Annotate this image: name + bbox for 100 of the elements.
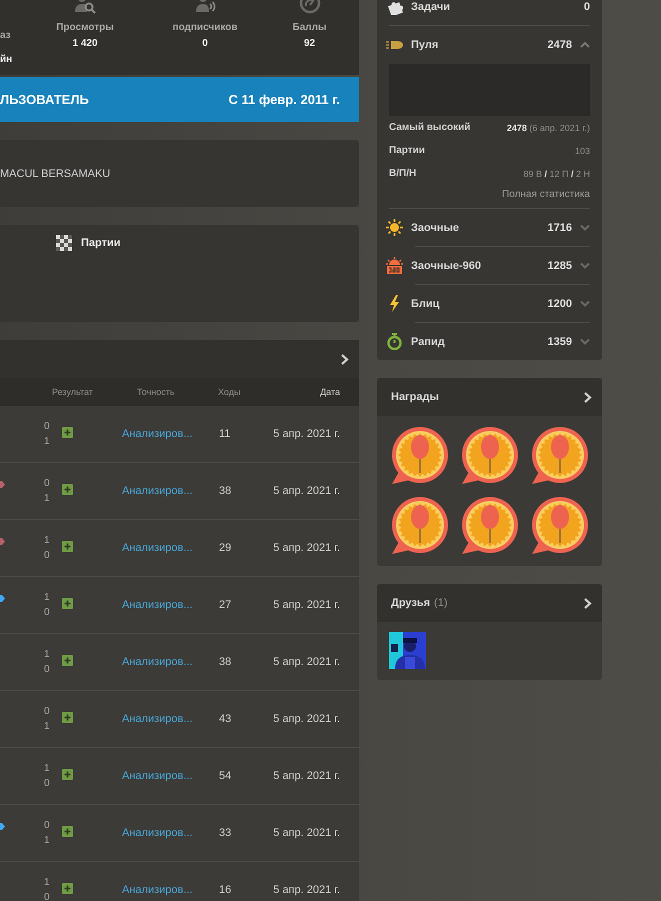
moves-count: 54 <box>219 770 232 782</box>
result-score: 1 <box>44 834 51 848</box>
rating-label: Задачи <box>411 0 451 12</box>
stat-value: 2478 (6 апр. 2021 г.) <box>506 122 590 132</box>
result-score: 0 <box>44 891 51 901</box>
stat-label: Просмотры <box>56 22 114 33</box>
rating-row[interactable]: Заочные-960 1285 <box>389 247 590 284</box>
stat-label: подписчиков <box>172 22 238 33</box>
rating-row[interactable]: Блиц 1200 <box>389 285 590 322</box>
stat-label: аз <box>0 30 11 41</box>
rating-row[interactable]: Рапид 1359 <box>389 323 590 360</box>
member-since: С 11 февр. 2011 г. <box>228 92 340 107</box>
location-text: MACUL BERSAMAKU <box>0 168 110 180</box>
plus-icon <box>62 484 73 495</box>
stat-label: Баллы <box>292 22 326 33</box>
result-score: 0 <box>44 663 51 677</box>
result-score: 0 <box>44 777 51 791</box>
rating-label: Рапид <box>411 336 446 348</box>
moves-count: 33 <box>219 827 232 839</box>
rating-label: Заочные <box>411 222 460 234</box>
rating-row[interactable]: Задачи 0 <box>389 0 590 25</box>
stat-value: 89 В / 12 П / 2 Н <box>523 168 590 178</box>
rating-label: Пуля <box>411 38 440 50</box>
moves-count: 27 <box>219 599 232 611</box>
stat-value: йн <box>0 54 12 65</box>
accuracy-link[interactable]: Анализиров... <box>122 485 219 497</box>
plus-icon <box>62 598 73 609</box>
plus-icon <box>62 826 73 837</box>
balloon-badge-icon[interactable] <box>389 496 449 556</box>
chevron-right-icon[interactable] <box>341 354 349 364</box>
result-score: 1 <box>44 762 51 776</box>
result-score: 0 <box>44 819 51 833</box>
balloon-badge-icon[interactable] <box>529 426 589 486</box>
stat-value: 0 <box>202 38 208 49</box>
rating-label: Заочные-960 <box>411 260 482 272</box>
game-row[interactable]: 1 0 Анализиров... 54 5 апр. 2021 г. <box>0 748 359 805</box>
balloon-badge-icon[interactable] <box>529 496 589 556</box>
plus-icon <box>62 655 73 666</box>
balloon-badge-icon[interactable] <box>459 426 519 486</box>
plus-icon <box>62 541 73 552</box>
game-date: 5 апр. 2021 г. <box>272 713 340 725</box>
accuracy-link[interactable]: Анализиров... <box>122 656 219 668</box>
accuracy-link[interactable]: Анализиров... <box>122 599 219 611</box>
rating-value: 1200 <box>548 298 572 310</box>
result-score: 1 <box>44 876 51 890</box>
accuracy-link[interactable]: Анализиров... <box>122 713 219 725</box>
column-header[interactable]: Результат <box>52 387 137 397</box>
game-row[interactable]: 1 0 Анализиров... 29 5 апр. 2021 г. <box>0 520 359 577</box>
game-date: 5 апр. 2021 г. <box>272 884 340 896</box>
stat-label: В/П/Н <box>389 168 416 179</box>
moves-count: 38 <box>219 656 232 668</box>
game-date: 5 апр. 2021 г. <box>272 599 340 611</box>
result-score: 1 <box>44 534 51 548</box>
game-row[interactable]: 0 1 Анализиров... 38 5 апр. 2021 г. <box>0 463 359 520</box>
game-date: 5 апр. 2021 г. <box>272 428 340 440</box>
stat-value: 92 <box>304 38 316 49</box>
game-row[interactable]: 0 1 Анализиров... 33 5 апр. 2021 г. <box>0 805 359 862</box>
result-score: 0 <box>44 477 51 491</box>
result-score: 1 <box>44 648 51 662</box>
accuracy-link[interactable]: Анализиров... <box>122 428 219 440</box>
tab[interactable]: Партии <box>56 235 121 251</box>
game-date: 5 апр. 2021 г. <box>272 770 340 782</box>
moves-count: 16 <box>219 884 232 896</box>
result-score: 1 <box>44 720 51 734</box>
sun-icon <box>386 219 403 236</box>
game-row[interactable]: 0 1 Анализиров... 43 5 апр. 2021 г. <box>0 691 359 748</box>
stat-label: Партии <box>389 145 425 156</box>
chevron-up-icon[interactable] <box>580 41 590 48</box>
game-date: 5 апр. 2021 г. <box>272 542 340 554</box>
game-row[interactable]: 1 0 Анализиров... 16 5 апр. 2021 г. <box>0 862 359 901</box>
result-score: 1 <box>44 591 51 605</box>
result-score: 1 <box>44 435 51 449</box>
result-score: 1 <box>44 492 51 506</box>
accuracy-link[interactable]: Анализиров... <box>122 542 219 554</box>
rating-row[interactable]: Пуля 2478 <box>389 26 590 63</box>
friend-count: (1) <box>434 597 448 609</box>
accuracy-link[interactable]: Анализиров... <box>122 884 219 896</box>
balloon-badge-icon[interactable] <box>459 496 519 556</box>
chevron-right-icon[interactable] <box>584 598 592 608</box>
stat-value: 103 <box>574 146 590 156</box>
rating-value: 0 <box>584 0 590 12</box>
game-row[interactable]: 1 0 Анализиров... 27 5 апр. 2021 г. <box>0 577 359 634</box>
balloon-badge-icon[interactable] <box>389 426 449 486</box>
column-header[interactable]: Дата <box>279 387 340 397</box>
game-row[interactable]: 1 0 Анализиров... 38 5 апр. 2021 г. <box>0 634 359 691</box>
column-header[interactable]: Точность <box>137 387 218 397</box>
accuracy-link[interactable]: Анализиров... <box>122 827 219 839</box>
rating-row[interactable]: Заочные 1716 <box>389 209 590 246</box>
chevron-right-icon[interactable] <box>584 392 592 402</box>
result-score: 0 <box>44 606 51 620</box>
game-date: 5 апр. 2021 г. <box>272 656 340 668</box>
game-date: 5 апр. 2021 г. <box>272 827 340 839</box>
rating-value: 1359 <box>548 336 572 348</box>
game-date: 5 апр. 2021 г. <box>272 485 340 497</box>
moves-count: 11 <box>219 428 232 440</box>
puzzle-piece-icon <box>386 0 403 15</box>
column-header[interactable]: Ходы <box>218 387 279 397</box>
game-row[interactable]: 0 1 Анализиров... 11 5 апр. 2021 г. <box>0 406 359 463</box>
full-stats-link[interactable]: Полная статистика <box>389 185 590 208</box>
accuracy-link[interactable]: Анализиров... <box>122 770 219 782</box>
